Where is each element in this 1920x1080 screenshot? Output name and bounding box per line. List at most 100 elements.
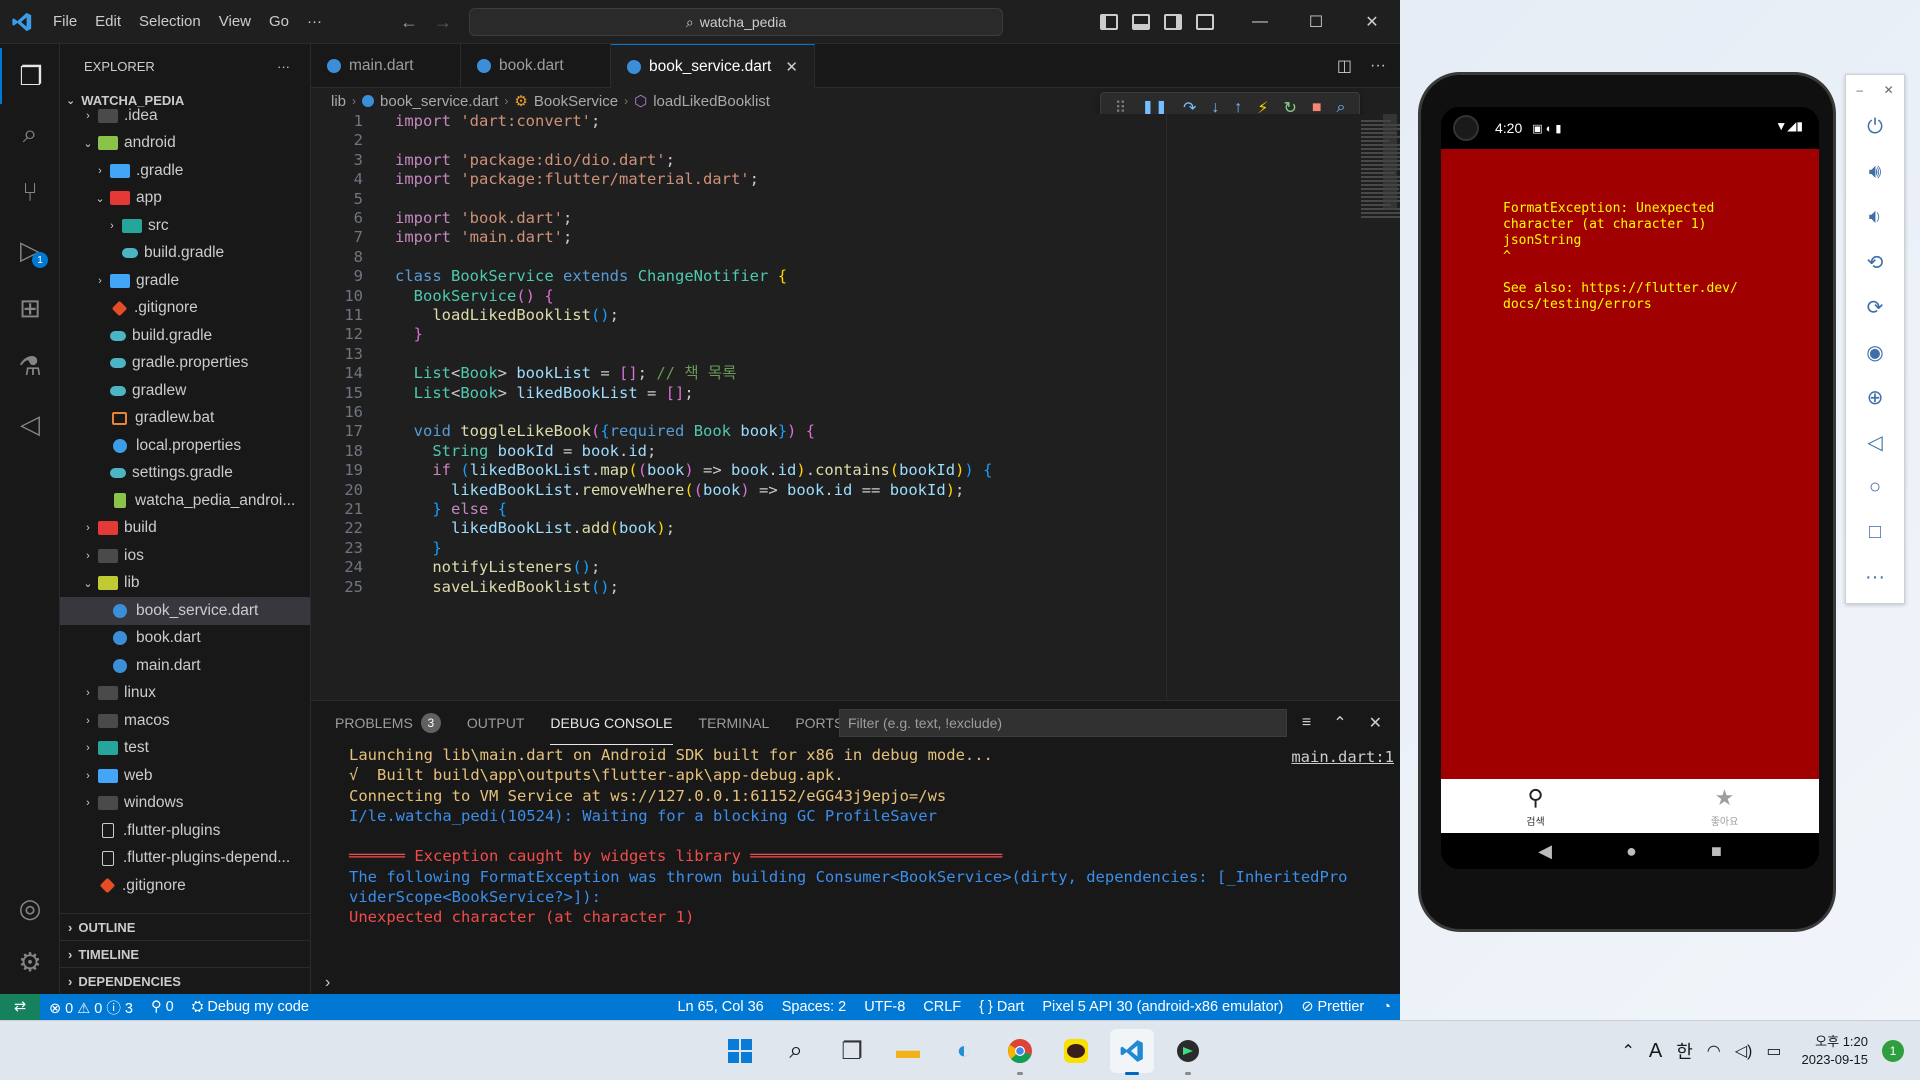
chevron-up-icon[interactable]: ⌃	[1621, 1041, 1634, 1061]
breadcrumb-file[interactable]: book_service.dart	[380, 93, 498, 110]
forward-arrow-icon[interactable]: →	[434, 12, 452, 33]
tree-item[interactable]: .flutter-plugins-depend...	[60, 845, 310, 873]
tree-item[interactable]: › macos	[60, 707, 310, 735]
tree-item[interactable]: ⌄ android	[60, 130, 310, 158]
close-button[interactable]: ✕	[1344, 0, 1400, 44]
task-view-icon[interactable]: ❐	[830, 1029, 874, 1073]
close-tab-icon[interactable]: ✕	[785, 58, 798, 76]
menu-go[interactable]: Go	[260, 0, 298, 44]
tree-item[interactable]: › test	[60, 735, 310, 763]
breadcrumb-method[interactable]: loadLikedBooklist	[653, 93, 770, 110]
outline-section[interactable]: › OUTLINE	[60, 913, 311, 940]
maximize-panel-icon[interactable]: ⌃	[1333, 713, 1346, 733]
run-debug-icon[interactable]: ▷ 1	[0, 222, 60, 278]
accounts-icon[interactable]: ◎	[0, 880, 60, 936]
more-actions-icon[interactable]: ···	[1370, 57, 1386, 75]
console-prompt-icon[interactable]: ›	[325, 974, 330, 992]
clock[interactable]: 오후 1:20 2023-09-15	[1802, 1033, 1869, 1069]
tree-item[interactable]: gradlew.bat	[60, 405, 310, 433]
timeline-section[interactable]: › TIMELINE	[60, 940, 311, 967]
split-editor-icon[interactable]: ◫	[1337, 56, 1352, 76]
code-editor[interactable]: 1 import 'dart:convert'; 2 3 import 'package…	[311, 114, 1400, 700]
tab-ports[interactable]: PORTS	[795, 701, 843, 745]
source-control-icon[interactable]: ⑂	[0, 164, 60, 220]
home-circle-icon[interactable]: ●	[1626, 841, 1637, 862]
device-status[interactable]: Pixel 5 API 30 (android-x86 emulator)	[1033, 999, 1292, 1015]
dependencies-section[interactable]: › DEPENDENCIES	[60, 967, 311, 994]
minimize-button[interactable]: —	[1232, 0, 1288, 44]
tree-item[interactable]: local.properties	[60, 432, 310, 460]
toggle-panel-icon[interactable]	[1132, 14, 1150, 30]
more-actions-icon[interactable]: ···	[277, 59, 290, 74]
tree-item[interactable]: build.gradle	[60, 322, 310, 350]
command-center[interactable]: ⌕ watcha_pedia	[469, 8, 1003, 36]
tab-problems[interactable]: PROBLEMS 3	[335, 701, 441, 745]
volume-down-icon[interactable]: 🔉︎	[1846, 195, 1904, 240]
overview-icon[interactable]: □	[1846, 510, 1904, 555]
tree-item[interactable]: gradle.properties	[60, 350, 310, 378]
battery-icon[interactable]: ▭	[1766, 1041, 1781, 1061]
maximize-button[interactable]: ☐	[1288, 0, 1344, 44]
cursor-position[interactable]: Ln 65, Col 36	[668, 999, 772, 1015]
search-icon[interactable]: ⌕	[0, 106, 60, 162]
notification-badge[interactable]: 1	[1882, 1040, 1904, 1062]
rotate-left-icon[interactable]: ⟲	[1846, 240, 1904, 285]
power-icon[interactable]: ⏻	[1846, 105, 1904, 150]
encoding-status[interactable]: UTF-8	[855, 999, 914, 1015]
toggle-sidebar-icon[interactable]	[1100, 14, 1118, 30]
tree-item[interactable]: › build	[60, 515, 310, 543]
problems-status[interactable]: ⊗ 0 ⚠ 0 ⓘ 3	[40, 997, 142, 1018]
flutter-icon[interactable]: ◁	[0, 396, 60, 452]
menu-edit[interactable]: Edit	[86, 0, 130, 44]
tree-item[interactable]: .gitignore	[60, 295, 310, 323]
zoom-icon[interactable]: ⊕	[1846, 375, 1904, 420]
menu-selection[interactable]: Selection	[130, 0, 210, 44]
tree-item[interactable]: book_service.dart	[60, 597, 310, 625]
editor-scrollbar[interactable]	[1383, 114, 1397, 210]
emulator-taskbar-icon[interactable]	[1166, 1029, 1210, 1075]
customize-layout-icon[interactable]	[1196, 14, 1214, 30]
tree-item[interactable]: › windows	[60, 790, 310, 818]
clear-console-icon[interactable]: ≡	[1302, 714, 1311, 732]
menu-file[interactable]: File	[44, 0, 86, 44]
tree-item[interactable]: ⌄ lib	[60, 570, 310, 598]
tree-item[interactable]: book.dart	[60, 625, 310, 653]
home-icon[interactable]: ○	[1846, 465, 1904, 510]
tree-item[interactable]: build.gradle	[60, 240, 310, 268]
remote-indicator-icon[interactable]: ⇄	[0, 994, 40, 1020]
debug-console-filter-input[interactable]	[839, 709, 1287, 737]
tree-item[interactable]: .flutter-plugins	[60, 817, 310, 845]
language-status[interactable]: { } Dart	[970, 999, 1033, 1015]
close-panel-icon[interactable]: ✕	[1369, 713, 1382, 733]
tab-book-service-dart[interactable]: book_service.dart ✕	[611, 44, 815, 88]
tree-item[interactable]: settings.gradle	[60, 460, 310, 488]
input-mode[interactable]: A	[1649, 1040, 1662, 1063]
notifications-bell-icon[interactable]: ◔	[1373, 999, 1400, 1015]
source-link[interactable]: main.dart:1	[1291, 745, 1394, 770]
tree-item[interactable]: main.dart	[60, 652, 310, 680]
volume-up-icon[interactable]: 🔊︎	[1846, 150, 1904, 195]
back-triangle-icon[interactable]: ◀	[1538, 841, 1552, 862]
chrome-icon[interactable]	[998, 1029, 1042, 1075]
menu-view[interactable]: View	[210, 0, 260, 44]
tree-item[interactable]: › gradle	[60, 267, 310, 295]
edge-icon[interactable]: ◐	[942, 1029, 986, 1073]
nav-search[interactable]: ⚲ 검색	[1441, 779, 1630, 833]
back-icon[interactable]: ◁	[1846, 420, 1904, 465]
wifi-icon[interactable]: ◠	[1707, 1041, 1721, 1061]
tree-item[interactable]: ⌄ app	[60, 185, 310, 213]
minimize-icon[interactable]: –	[1856, 83, 1863, 97]
vscode-taskbar-icon[interactable]	[1110, 1029, 1154, 1075]
tab-debug-console[interactable]: DEBUG CONSOLE	[550, 701, 673, 745]
indentation-status[interactable]: Spaces: 2	[773, 999, 856, 1015]
close-icon[interactable]: ✕	[1884, 83, 1894, 97]
tree-item[interactable]: › web	[60, 762, 310, 790]
start-windows-icon[interactable]	[718, 1029, 762, 1073]
tree-item[interactable]: › src	[60, 212, 310, 240]
tree-item[interactable]: › .gradle	[60, 157, 310, 185]
extensions-icon[interactable]: ⊞	[0, 280, 60, 336]
testing-icon[interactable]: ⚗	[0, 338, 60, 394]
menu-more[interactable]: ···	[298, 0, 331, 44]
tree-item[interactable]: watcha_pedia_androi...	[60, 487, 310, 515]
phone-screen[interactable]: 4:20 ▣ ◐ ▮ ▼◢▮ FormatException: Unexpect…	[1441, 107, 1819, 869]
